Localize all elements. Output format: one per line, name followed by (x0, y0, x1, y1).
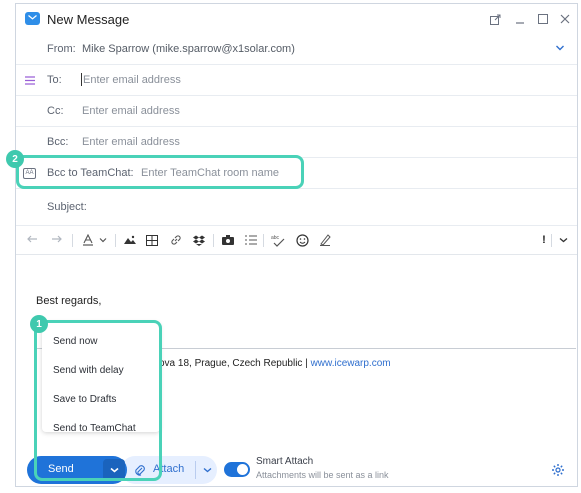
title-bar: New Message (16, 4, 577, 34)
toolbar-divider (263, 234, 264, 247)
smart-attach-toggle[interactable] (224, 462, 250, 477)
list-format-icon[interactable] (244, 233, 258, 247)
popout-icon[interactable] (487, 11, 503, 27)
image-icon[interactable] (123, 233, 137, 247)
priority-icon[interactable]: ! (537, 233, 551, 247)
dropbox-icon[interactable] (192, 233, 206, 247)
from-row[interactable]: From: Mike Sparrow (mike.sparrow@x1solar… (16, 34, 577, 65)
camera-icon[interactable] (221, 233, 235, 247)
formatting-toolbar: abc ! (16, 226, 577, 255)
to-input[interactable]: Enter email address (83, 74, 181, 86)
table-icon[interactable] (145, 233, 159, 247)
list-icon[interactable] (25, 76, 35, 85)
step-badge-1: 1 (30, 315, 48, 333)
spellcheck-icon[interactable]: abc (271, 233, 285, 247)
subject-label: Subject: (47, 201, 87, 213)
toolbar-divider (551, 234, 552, 247)
cc-label: Cc: (47, 105, 64, 117)
toolbar-divider (115, 234, 116, 247)
bcc-row[interactable]: Bcc: Enter email address (16, 127, 577, 158)
chevron-down-icon[interactable] (555, 44, 565, 52)
bcc-label: Bcc: (47, 136, 69, 148)
step-badge-2: 2 (6, 150, 24, 168)
mail-app-icon (25, 12, 40, 25)
text-cursor (81, 73, 82, 86)
from-value[interactable]: Mike Sparrow (mike.sparrow@x1solar.com) (82, 43, 295, 55)
link-icon[interactable] (169, 233, 183, 247)
font-color-icon[interactable] (81, 233, 95, 247)
svg-text:abc: abc (271, 235, 280, 241)
smart-attach-subtitle: Attachments will be sent as a link (256, 470, 389, 480)
to-row[interactable]: To: Enter email address (16, 65, 577, 96)
emoji-icon[interactable] (295, 233, 309, 247)
toggle-knob (237, 464, 248, 475)
highlight-frame-2 (16, 155, 304, 189)
signature-greeting: Best regards, (36, 295, 102, 307)
cc-row[interactable]: Cc: Enter email address (16, 96, 577, 127)
draw-icon[interactable] (318, 233, 332, 247)
website-link[interactable]: www.icewarp.com (311, 358, 391, 369)
maximize-icon[interactable] (535, 11, 551, 27)
chevron-down-icon[interactable] (197, 459, 217, 481)
toolbar-divider (72, 234, 73, 247)
window-title: New Message (47, 12, 130, 27)
signature-address: ova 18, Prague, Czech Republic | www.ice… (159, 358, 391, 369)
gear-icon[interactable] (550, 462, 566, 478)
highlight-frame-1 (34, 320, 162, 481)
from-label: From: (47, 43, 76, 55)
subject-row[interactable]: Subject: (16, 189, 577, 226)
close-icon[interactable] (557, 11, 573, 27)
undo-icon[interactable] (25, 233, 39, 247)
chevron-down-icon[interactable] (556, 233, 570, 247)
redo-icon[interactable] (49, 233, 63, 247)
bcc-input[interactable]: Enter email address (82, 136, 180, 148)
smart-attach-title: Smart Attach (256, 456, 314, 467)
chevron-down-icon[interactable] (96, 233, 110, 247)
cc-input[interactable]: Enter email address (82, 105, 180, 117)
minimize-icon[interactable] (512, 11, 528, 27)
address-text: ova 18, Prague, Czech Republic | (159, 358, 311, 369)
toolbar-divider (213, 234, 214, 247)
to-label: To: (47, 74, 62, 86)
attach-divider (195, 461, 196, 479)
